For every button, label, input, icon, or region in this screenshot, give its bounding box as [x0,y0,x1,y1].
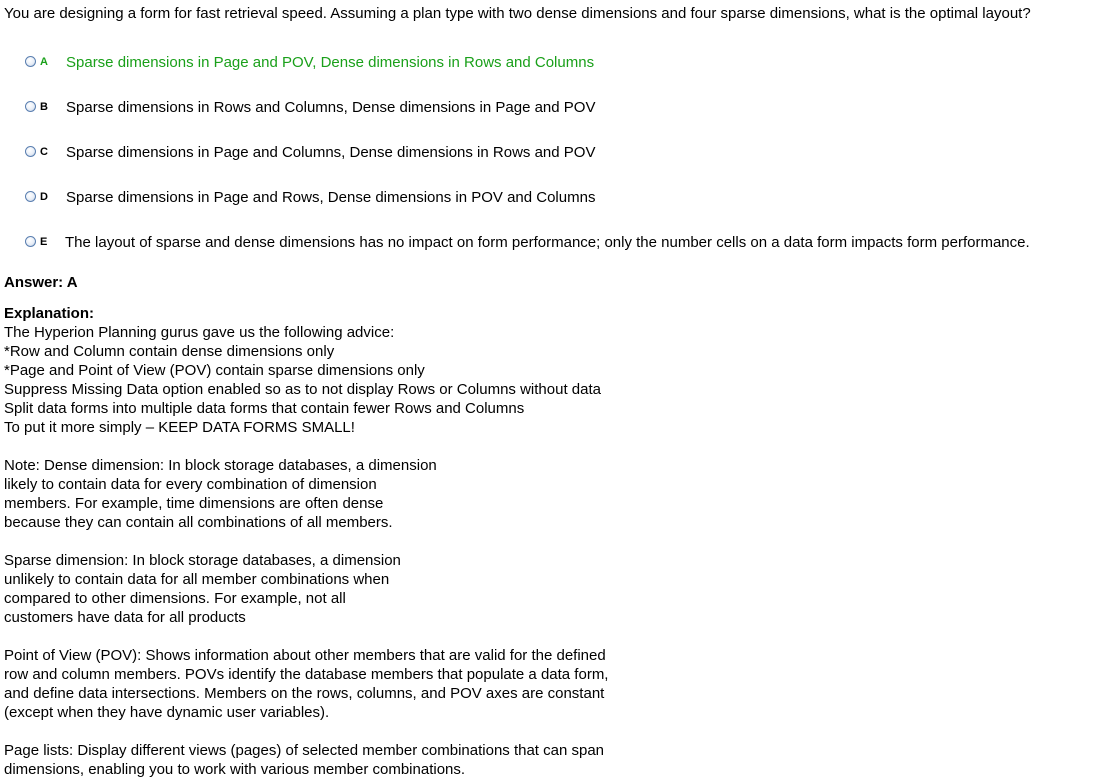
option-letter: D [40,190,48,203]
explanation-line: and define data intersections. Members o… [4,685,605,702]
explanation-line: compared to other dimensions. For exampl… [4,590,346,607]
option-c[interactable]: C Sparse dimensions in Page and Columns,… [25,143,595,163]
explanation-line: customers have data for all products [4,609,246,626]
option-label: Sparse dimensions in Rows and Columns, D… [66,99,596,116]
explanation-line: Sparse dimension: In block storage datab… [4,552,401,569]
option-label: Sparse dimensions in Page and POV, Dense… [66,54,595,71]
explanation-section: Explanation: The Hyperion Planning gurus… [4,304,608,779]
explanation-line: *Row and Column contain dense dimensions… [4,343,335,360]
option-letter: C [40,145,48,158]
option-label: Sparse dimensions in Page and Columns, D… [66,144,596,161]
explanation-line: likely to contain data for every combina… [4,476,377,493]
explanation-line: (except when they have dynamic user vari… [4,704,330,721]
explanation-line: *Page and Point of View (POV) contain sp… [4,362,425,379]
option-letter: A [40,55,48,68]
explanation-line: Split data forms into multiple data form… [4,400,525,417]
explanation-line: To put it more simply – KEEP DATA FORMS … [4,419,355,436]
option-label: Sparse dimensions in Page and Rows, Dens… [66,189,596,206]
explanation-line: Suppress Missing Data option enabled so … [4,381,601,398]
question-text: You are designing a form for fast retrie… [4,5,1031,22]
explanation-line: dimensions, enabling you to work with va… [4,761,466,778]
explanation-line [4,532,608,551]
radio-button-e[interactable] [25,236,36,247]
option-letter: B [40,100,48,113]
radio-button-b[interactable] [25,101,36,112]
radio-button-a[interactable] [25,56,36,67]
explanation-line: row and column members. POVs identify th… [4,666,609,683]
explanation-line: members. For example, time dimensions ar… [4,495,384,512]
explanation-line: because they can contain all combination… [4,514,393,531]
explanation-line: Point of View (POV): Shows information a… [4,647,606,664]
option-label: The layout of sparse and dense dimension… [65,234,1030,251]
option-d[interactable]: D Sparse dimensions in Page and Rows, De… [25,188,595,208]
option-b[interactable]: B Sparse dimensions in Rows and Columns,… [25,98,595,118]
option-a[interactable]: A Sparse dimensions in Page and POV, Den… [25,53,594,73]
explanation-line: Page lists: Display different views (pag… [4,742,605,759]
radio-button-c[interactable] [25,146,36,157]
explanation-title: Explanation: [4,305,95,322]
option-letter: E [40,235,48,248]
explanation-line [4,437,608,456]
answer-text: Answer: A [4,274,78,291]
explanation-line: The Hyperion Planning gurus gave us the … [4,324,395,341]
explanation-line: Note: Dense dimension: In block storage … [4,457,437,474]
explanation-line [4,627,608,646]
explanation-line [4,722,608,741]
radio-button-d[interactable] [25,191,36,202]
option-e[interactable]: E The layout of sparse and dense dimensi… [25,233,1030,253]
explanation-line: unlikely to contain data for all member … [4,571,390,588]
